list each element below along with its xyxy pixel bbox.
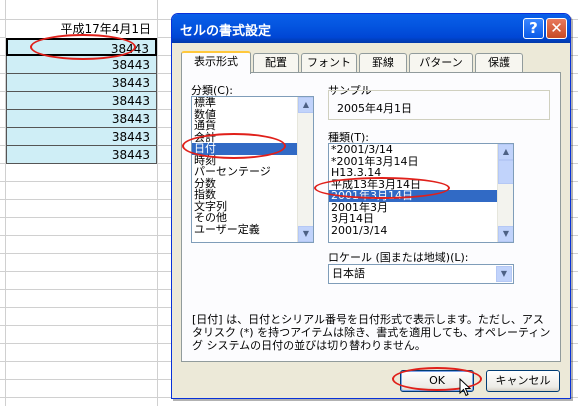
serial-cell[interactable]: 38443 — [6, 56, 157, 74]
description-text: [日付] は、日付とシリアル番号を日付形式で表示します。ただし、アスタリスク (… — [192, 313, 551, 352]
type-scrollbar[interactable]: ▲ ▼ — [497, 144, 513, 242]
list-item-selected[interactable]: 日付 — [192, 143, 313, 155]
serial-cell[interactable]: 38443 — [6, 128, 157, 146]
scroll-up-icon[interactable]: ▲ — [298, 97, 313, 113]
format-cells-dialog: セルの書式設定 ? ✕ 表示形式 配置 フォント 罫線 パターン 保護 分類(C… — [171, 13, 571, 399]
tab-patterns[interactable]: パターン — [409, 53, 473, 73]
list-item-selected[interactable]: 2001年3月14日 — [329, 190, 513, 202]
type-list[interactable]: *2001/3/14 *2001年3月14日 H13.3.14 平成13年3月1… — [328, 143, 514, 243]
scroll-down-icon[interactable]: ▼ — [498, 226, 513, 242]
list-item[interactable]: 通貨 — [192, 120, 313, 132]
tab-border[interactable]: 罫線 — [359, 53, 407, 73]
help-button[interactable]: ? — [523, 18, 544, 39]
category-scrollbar[interactable]: ▲ ▼ — [297, 97, 313, 242]
serial-cell[interactable]: 38443 — [6, 38, 157, 56]
tab-font[interactable]: フォント — [301, 53, 357, 73]
scroll-up-icon[interactable]: ▲ — [498, 144, 513, 160]
serial-cell[interactable]: 38443 — [6, 92, 157, 110]
locale-value: 日本語 — [332, 267, 365, 280]
list-item[interactable]: パーセンテージ — [192, 166, 313, 178]
scroll-thumb[interactable] — [498, 160, 513, 184]
tab-alignment[interactable]: 配置 — [253, 53, 299, 73]
serial-cell[interactable]: 38443 — [6, 146, 157, 164]
locale-label: ロケール (国または地域)(L): — [328, 251, 469, 264]
tab-protection[interactable]: 保護 — [475, 53, 523, 73]
title-bar: セルの書式設定 ? ✕ — [172, 14, 570, 43]
list-item[interactable]: 指数 — [192, 189, 313, 201]
category-list[interactable]: 標準 数値 通貨 会計 日付 時刻 パーセンテージ 分数 指数 文字列 その他 … — [191, 96, 314, 243]
list-item[interactable]: *2001/3/14 — [329, 144, 513, 156]
close-button[interactable]: ✕ — [546, 18, 567, 39]
sample-value: 2005年4月1日 — [337, 102, 412, 115]
list-item[interactable]: その他 — [192, 212, 313, 224]
list-item[interactable]: 3月14日 — [329, 213, 513, 225]
date-header-cell[interactable]: 平成17年4月1日 — [6, 20, 157, 38]
mouse-pointer-icon — [459, 378, 471, 397]
cancel-button[interactable]: キャンセル — [486, 370, 560, 392]
grid-line — [157, 0, 158, 406]
sample-group: 2005年4月1日 — [328, 90, 550, 120]
scroll-down-icon[interactable]: ▼ — [298, 226, 313, 242]
locale-select[interactable]: 日本語 ▼ — [328, 264, 514, 284]
list-item[interactable]: 標準 — [192, 97, 313, 109]
list-item[interactable]: H13.3.14 — [329, 167, 513, 179]
tab-number-format[interactable]: 表示形式 — [181, 51, 251, 74]
serial-cell[interactable]: 38443 — [6, 110, 157, 128]
number-format-panel: 分類(C): 標準 数値 通貨 会計 日付 時刻 パーセンテージ 分数 指数 文… — [181, 72, 561, 362]
list-item[interactable]: 2001/3/14 — [329, 225, 513, 237]
serial-cell[interactable]: 38443 — [6, 74, 157, 92]
chevron-down-icon[interactable]: ▼ — [496, 266, 512, 282]
dialog-title: セルの書式設定 — [180, 24, 272, 39]
list-item[interactable]: ユーザー定義 — [192, 224, 313, 236]
